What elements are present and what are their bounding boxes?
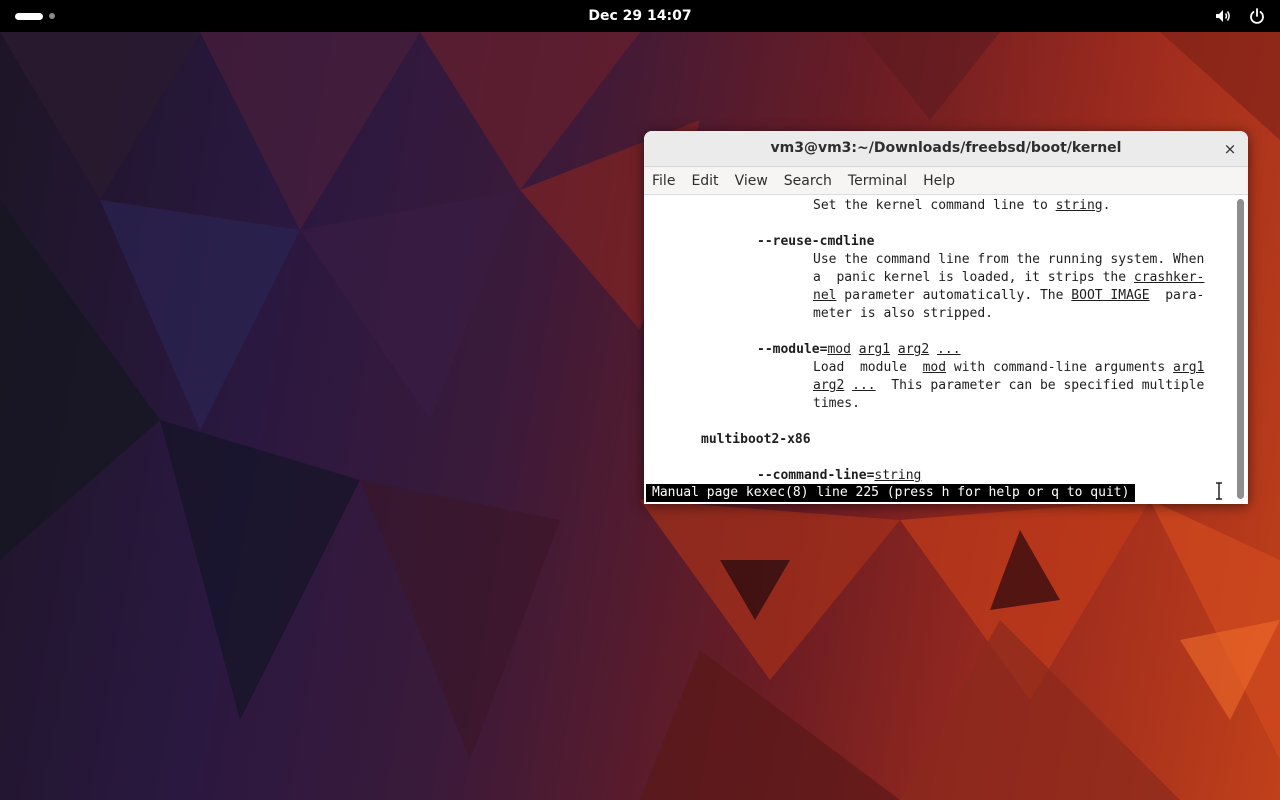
underlined-term: BOOT IMAGE <box>1071 288 1150 303</box>
text-cursor-icon <box>1216 482 1222 500</box>
terminal-line: multiboot2-x86 <box>701 431 811 449</box>
underlined-term: string <box>1055 198 1103 213</box>
system-tray[interactable] <box>1214 7 1266 25</box>
underlined-term: arg1 <box>1173 360 1205 375</box>
menu-help[interactable]: Help <box>915 167 963 195</box>
underlined-term: mod <box>827 342 851 357</box>
terminal-line: meter is also stripped. <box>813 305 993 323</box>
bold-option: --command-line= <box>757 468 875 483</box>
scrollbar-thumb[interactable] <box>1237 199 1244 499</box>
menu-edit[interactable]: Edit <box>683 167 726 195</box>
line-text: meter is also stripped. <box>813 306 994 321</box>
activities-indicator[interactable] <box>15 9 57 23</box>
line-text: parameter automatically. The <box>836 288 1072 303</box>
menu-file[interactable]: File <box>644 167 683 195</box>
line-text <box>851 342 859 357</box>
terminal-line: a panic kernel is loaded, it strips the … <box>813 269 1204 287</box>
line-text: . <box>1102 198 1111 213</box>
line-text <box>890 342 898 357</box>
line-text: Use the command line from the running sy… <box>813 252 1205 267</box>
line-text: This parameter can be specified multiple <box>875 378 1205 393</box>
line-text <box>929 342 937 357</box>
scrollbar[interactable] <box>1234 195 1248 504</box>
workspace-active-indicator <box>15 12 43 20</box>
line-text <box>844 378 852 393</box>
underlined-term: mod <box>922 360 947 375</box>
terminal-line: arg2 ... This parameter can be specified… <box>813 377 1204 395</box>
volume-icon[interactable] <box>1214 7 1232 25</box>
clock: Dec 29 14:07 <box>0 0 1280 32</box>
terminal-line: nel parameter automatically. The BOOT IM… <box>813 287 1204 305</box>
terminal-text-area[interactable]: Set the kernel command line to string. --… <box>644 195 1234 504</box>
workspace-dot-indicator <box>49 13 55 19</box>
window-title: vm3@vm3:~/Downloads/freebsd/boot/kernel <box>770 140 1122 156</box>
window-titlebar[interactable]: vm3@vm3:~/Downloads/freebsd/boot/kernel … <box>644 131 1248 167</box>
power-icon[interactable] <box>1248 7 1266 25</box>
close-icon: × <box>1223 140 1237 158</box>
terminal-line: times. <box>813 395 860 413</box>
close-button[interactable]: × <box>1220 139 1240 159</box>
bold-option: --module= <box>757 342 828 357</box>
bold-option: multiboot2-x86 <box>701 432 811 447</box>
menu-terminal[interactable]: Terminal <box>840 167 915 195</box>
line-text: times. <box>813 396 860 411</box>
terminal-window[interactable]: vm3@vm3:~/Downloads/freebsd/boot/kernel … <box>644 131 1248 504</box>
terminal-line: Use the command line from the running sy… <box>813 251 1204 269</box>
menu-view[interactable]: View <box>727 167 776 195</box>
terminal-line: Set the kernel command line to string. <box>813 197 1110 215</box>
line-text: Load module <box>813 360 923 375</box>
terminal-line: --reuse-cmdline <box>757 233 874 251</box>
terminal-line: Load module mod with command-line argume… <box>813 359 1204 377</box>
line-text: para- <box>1149 288 1205 303</box>
top-bar: Dec 29 14:07 <box>0 0 1280 32</box>
underlined-term: ... <box>852 378 876 393</box>
desktop: Dec 29 14:07 vm3@vm3:~/Downloads/freebsd… <box>0 0 1280 800</box>
underlined-term: ... <box>937 342 961 357</box>
underlined-term: nel <box>813 288 837 303</box>
underlined-term: string <box>874 468 922 483</box>
line-text: a panic kernel is loaded, it strips the <box>813 270 1134 285</box>
underlined-term: arg2 <box>897 342 930 357</box>
menu-bar: File Edit View Search Terminal Help <box>644 167 1248 195</box>
underlined-term: arg2 <box>813 378 845 393</box>
clock-label[interactable]: Dec 29 14:07 <box>588 8 691 24</box>
menu-search[interactable]: Search <box>776 167 840 195</box>
pager-status-line: Manual page kexec(8) line 225 (press h f… <box>646 484 1136 502</box>
underlined-term: arg1 <box>858 342 891 357</box>
terminal-line: --module=mod arg1 arg2 ... <box>757 341 961 359</box>
underlined-term: crashker- <box>1133 270 1205 285</box>
line-text: Set the kernel command line to <box>813 198 1056 213</box>
terminal-line: --command-line=string <box>757 467 921 485</box>
line-text: with command-line arguments <box>946 360 1174 375</box>
bold-option: --reuse-cmdline <box>757 234 875 249</box>
